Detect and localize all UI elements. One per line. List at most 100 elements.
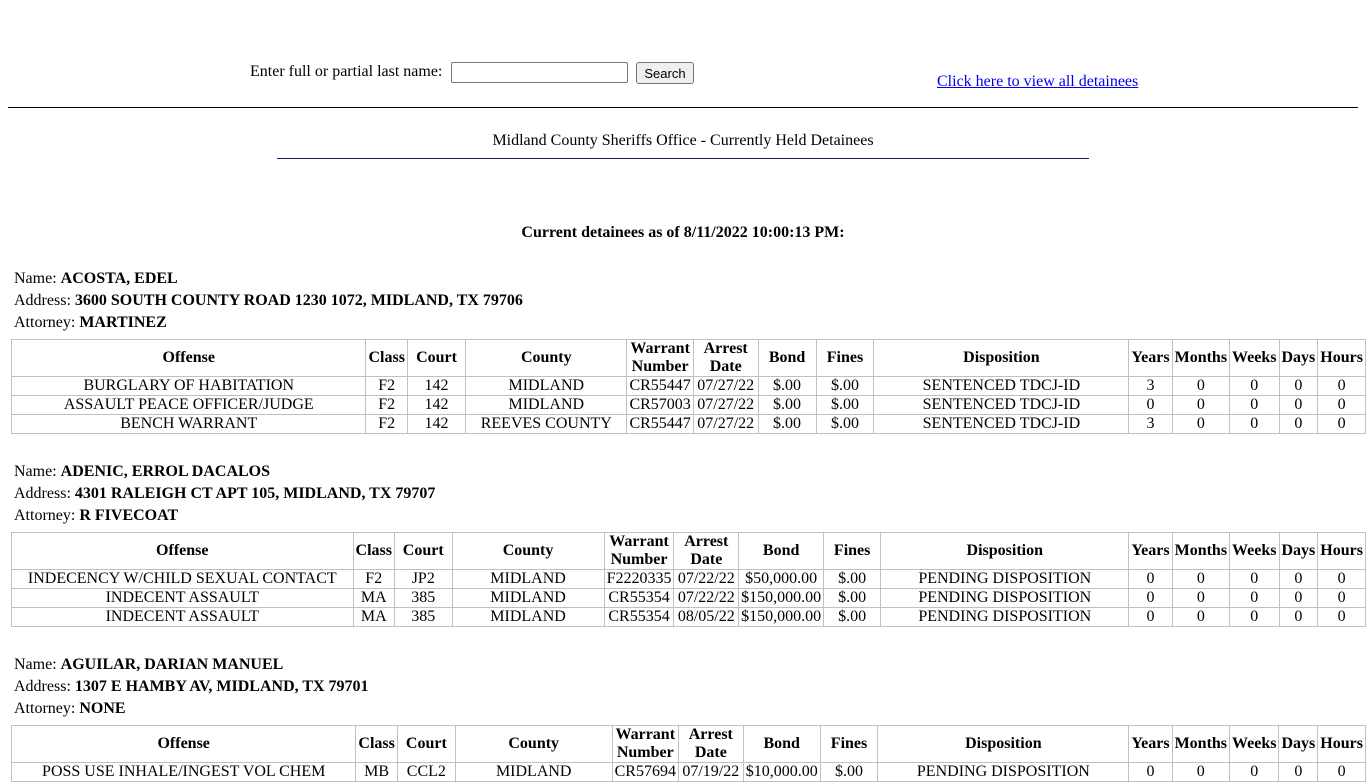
table-cell: 0: [1278, 607, 1319, 627]
offense-table: Offense Class Court County Warrant Number Arre…: [10, 339, 1366, 434]
table-cell: 0: [1278, 414, 1319, 434]
table-cell: $.00: [757, 414, 817, 434]
table-row: BURGLARY OF HABITATION F2 142 MIDLAND CR5544…: [10, 376, 1366, 396]
table-cell: 0: [1229, 395, 1280, 415]
detainee-address-value: 1307 E HAMBY AV, MIDLAND, TX 79701: [74, 678, 369, 695]
detainee-name-value: AGUILAR, DARIAN MANUEL: [60, 656, 284, 673]
column-header: Fines: [823, 532, 882, 570]
column-header: Arrest Date: [673, 532, 740, 570]
detainee-name-label: Name:: [14, 656, 61, 673]
table-cell: 142: [406, 395, 467, 415]
table-cell: 142: [406, 376, 467, 396]
table-cell: F2: [365, 376, 408, 396]
column-header: Fines: [819, 725, 879, 763]
detainee-attorney-label: Attorney:: [14, 507, 80, 524]
table-cell: 0: [1229, 569, 1280, 589]
table-cell: 0: [1278, 569, 1319, 589]
column-header: Years: [1128, 532, 1173, 570]
table-cell: MA: [352, 588, 395, 608]
detainee-name: Name: ACOSTA, EDEL: [14, 270, 178, 288]
search-button[interactable]: Search: [636, 62, 694, 84]
table-row: BENCH WARRANT F2 142 REEVES COUNTY CR55447 07…: [10, 414, 1366, 434]
table-cell: PENDING DISPOSITION: [880, 569, 1130, 589]
column-header: Weeks: [1229, 339, 1280, 377]
table-cell: $.00: [815, 414, 875, 434]
table-cell: 3: [1128, 414, 1173, 434]
table-cell: $.00: [823, 569, 882, 589]
table-cell: 07/27/22: [692, 376, 759, 396]
table-cell: 0: [1278, 588, 1319, 608]
detainee-name-label: Name:: [14, 463, 61, 480]
column-header: County: [454, 725, 613, 763]
table-cell: CR55447: [626, 414, 694, 434]
detainee-name: Name: AGUILAR, DARIAN MANUEL: [14, 656, 283, 674]
table-cell: 0: [1171, 588, 1231, 608]
table-cell: 0: [1128, 762, 1173, 782]
column-header: Years: [1128, 339, 1173, 377]
last-name-search-input[interactable]: [451, 62, 628, 83]
table-cell: BENCH WARRANT: [10, 414, 367, 434]
table-cell: 0: [1317, 569, 1366, 589]
detainee-name-label: Name:: [14, 270, 61, 287]
column-header: County: [451, 532, 605, 570]
table-cell: MIDLAND: [451, 569, 605, 589]
column-header: Months: [1171, 532, 1231, 570]
column-header: County: [465, 339, 628, 377]
column-header: Days: [1278, 339, 1319, 377]
table-cell: INDECENCY W/CHILD SEXUAL CONTACT: [11, 569, 354, 589]
column-header: Court: [393, 532, 453, 570]
column-header: Disposition: [873, 339, 1130, 377]
table-cell: 07/19/22: [677, 762, 744, 782]
table-row: INDECENT ASSAULT MA 385 MIDLAND CR55354 08/05…: [11, 607, 1366, 627]
offense-table-header: Offense Class Court County Warrant Number Arre…: [11, 532, 1366, 570]
detainee-address: Address: 4301 RALEIGH CT APT 105, MIDLAN…: [14, 485, 435, 503]
table-cell: 0: [1317, 414, 1366, 434]
as-of-timestamp: Current detainees as of 8/11/2022 10:00:…: [521, 224, 845, 241]
table-cell: CR55354: [603, 607, 675, 627]
view-all-detainees-link[interactable]: Click here to view all detainees: [937, 73, 1138, 91]
column-header: Disposition: [877, 725, 1130, 763]
table-cell: 0: [1171, 607, 1231, 627]
table-cell: $.00: [819, 762, 879, 782]
search-bar: Enter full or partial last name: Search: [0, 62, 1366, 86]
column-header: Hours: [1317, 532, 1366, 570]
page-title: Midland County Sheriffs Office - Current…: [492, 132, 874, 149]
table-cell: $.00: [757, 376, 817, 396]
column-header: Court: [406, 339, 467, 377]
detainee-attorney-value: R FIVECOAT: [79, 507, 179, 524]
detainee-address-label: Address:: [14, 292, 75, 309]
column-header: Days: [1278, 532, 1319, 570]
table-cell: 0: [1128, 607, 1173, 627]
table-cell: F2: [352, 569, 395, 589]
table-cell: REEVES COUNTY: [465, 414, 628, 434]
column-header: Warrant Number: [626, 339, 694, 377]
column-header: Bond: [757, 339, 817, 377]
table-cell: MIDLAND: [465, 395, 628, 415]
table-cell: SENTENCED TDCJ-ID: [873, 414, 1130, 434]
column-header: Class: [355, 725, 398, 763]
detainee-address-value: 4301 RALEIGH CT APT 105, MIDLAND, TX 797…: [74, 485, 436, 502]
table-cell: 0: [1229, 762, 1280, 782]
table-cell: $.00: [823, 607, 882, 627]
table-row: ASSAULT PEACE OFFICER/JUDGE F2 142 MIDLAND C…: [10, 395, 1366, 415]
detainee-address: Address: 3600 SOUTH COUNTY ROAD 1230 107…: [14, 292, 523, 310]
detainee-address: Address: 1307 E HAMBY AV, MIDLAND, TX 79…: [14, 678, 369, 696]
column-header: Class: [365, 339, 408, 377]
table-cell: 0: [1317, 376, 1366, 396]
table-row: INDECENT ASSAULT MA 385 MIDLAND CR55354 07/22…: [11, 588, 1366, 608]
table-cell: 0: [1317, 762, 1366, 782]
table-cell: SENTENCED TDCJ-ID: [873, 376, 1130, 396]
column-header: Offense: [10, 339, 367, 377]
table-cell: 385: [393, 607, 453, 627]
column-header: Bond: [742, 725, 821, 763]
table-cell: JP2: [393, 569, 453, 589]
column-header: Weeks: [1229, 532, 1280, 570]
table-cell: PENDING DISPOSITION: [877, 762, 1130, 782]
detainee-attorney-label: Attorney:: [14, 314, 80, 331]
detainee-address-label: Address:: [14, 485, 75, 502]
table-cell: 142: [406, 414, 467, 434]
header-divider: [8, 107, 1358, 108]
table-cell: 0: [1229, 414, 1280, 434]
column-header: Weeks: [1229, 725, 1280, 763]
table-cell: 08/05/22: [673, 607, 740, 627]
